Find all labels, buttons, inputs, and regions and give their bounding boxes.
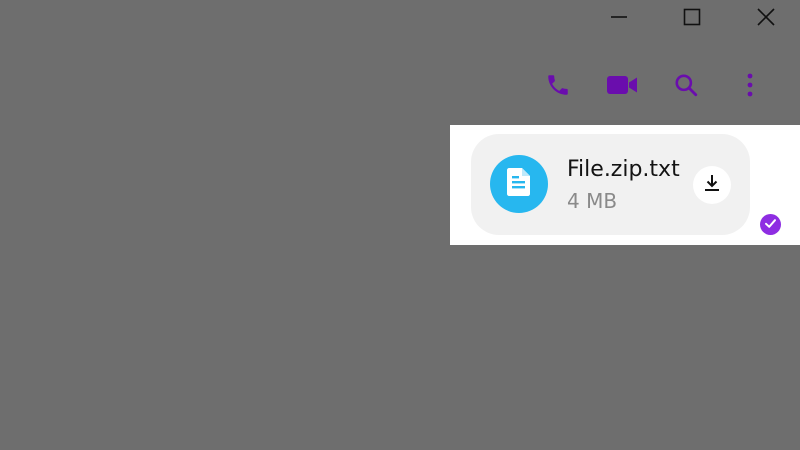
file-size: 4 MB [567,189,618,213]
more-options-button[interactable] [733,68,767,102]
minimize-icon [609,7,629,27]
download-icon [702,173,722,197]
minimize-button[interactable] [604,4,634,30]
document-icon [506,167,532,201]
close-icon [756,7,776,27]
voice-call-button[interactable] [541,68,575,102]
phone-icon [545,72,571,98]
maximize-icon [682,7,702,27]
download-button[interactable] [693,166,731,204]
read-status-badge [760,214,781,235]
read-check-icon [764,215,777,234]
file-name: File.zip.txt [567,157,680,182]
maximize-button[interactable] [677,4,707,30]
file-type-badge [490,155,548,213]
search-button[interactable] [669,68,703,102]
file-attachment-bubble[interactable]: File.zip.txt 4 MB [471,134,750,235]
message-panel: File.zip.txt 4 MB [450,125,800,245]
close-button[interactable] [751,4,781,30]
video-call-button[interactable] [605,68,639,102]
video-camera-icon [606,73,638,97]
search-icon [673,72,699,98]
vertical-ellipsis-icon [746,72,754,98]
